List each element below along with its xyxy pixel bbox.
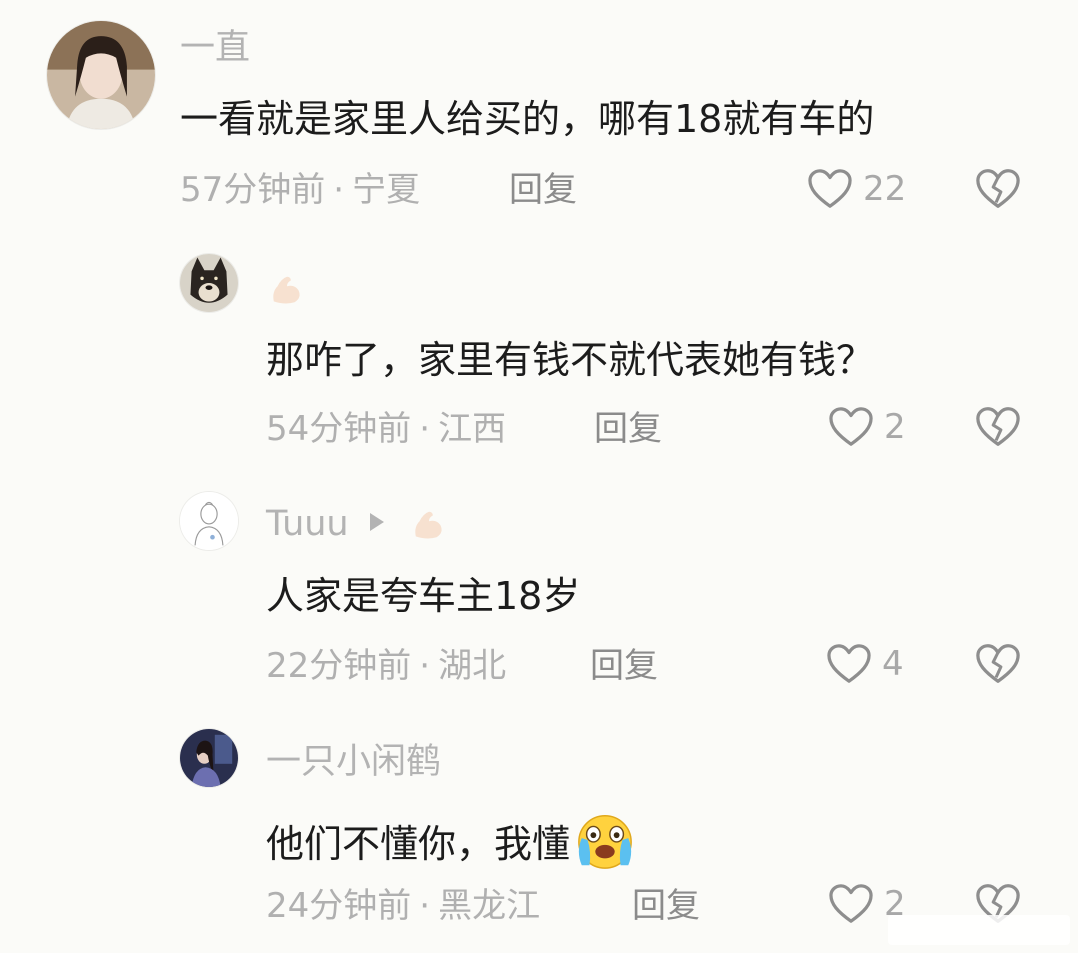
crying-face-emoji-icon (578, 815, 632, 869)
comment-text: 他们不懂你，我懂 (266, 809, 636, 871)
muscle-emoji-icon (273, 276, 300, 304)
comment-time: 54分钟前 (266, 409, 412, 449)
avatar[interactable] (47, 21, 155, 129)
comment-meta: 57分钟前 · 宁夏 (180, 170, 420, 210)
like-button[interactable]: 2 (828, 406, 906, 448)
comment-author[interactable]: Tuuu (266, 504, 349, 544)
comment-meta: 22分钟前 · 湖北 (266, 646, 506, 686)
comment-meta: 24分钟前 · 黑龙江 (266, 886, 540, 926)
like-count: 22 (863, 169, 907, 209)
comment-text: 那咋了，家里有钱不就代表她有钱？ (266, 338, 875, 382)
heart-outline-icon (829, 407, 873, 446)
broken-heart-icon[interactable] (975, 167, 1021, 211)
heart-outline-icon (829, 884, 873, 923)
watermark-overlay (888, 915, 1070, 945)
comment-time: 24分钟前 (266, 886, 412, 926)
meta-separator: · (419, 886, 431, 926)
muscle-emoji-icon (415, 511, 442, 539)
reply-button[interactable]: 回复 (594, 409, 662, 449)
play-arrow-icon (370, 513, 384, 531)
comment-text-content: 他们不懂你，我懂 (266, 822, 571, 866)
comment-time: 22分钟前 (266, 646, 412, 686)
comment-meta: 54分钟前 · 江西 (266, 409, 506, 449)
meta-separator: · (419, 646, 431, 686)
comment-location: 宁夏 (352, 170, 421, 210)
comment-location: 湖北 (438, 646, 507, 686)
reply-button[interactable]: 回复 (590, 646, 658, 686)
comment-text: 人家是夸车主18岁 (266, 574, 581, 618)
comment-location: 黑龙江 (438, 886, 541, 926)
comment-author[interactable]: 一只小闲鹤 (266, 742, 441, 782)
like-count: 2 (884, 407, 906, 447)
like-button[interactable]: 4 (826, 643, 904, 685)
reply-button[interactable]: 回复 (632, 886, 700, 926)
avatar[interactable] (180, 729, 238, 787)
comment-location: 江西 (438, 409, 507, 449)
like-button[interactable]: 22 (807, 168, 906, 210)
like-count: 4 (882, 644, 904, 684)
avatar[interactable] (180, 254, 238, 312)
avatar[interactable] (180, 492, 238, 550)
heart-outline-icon (827, 644, 871, 683)
reply-button[interactable]: 回复 (509, 170, 577, 210)
meta-separator: · (419, 409, 431, 449)
broken-heart-icon[interactable] (975, 405, 1021, 449)
heart-outline-icon (808, 169, 852, 208)
comment-time: 57分钟前 (180, 170, 326, 210)
comment-author[interactable]: 一直 (180, 28, 250, 68)
comment-text: 一看就是家里人给买的，哪有18就有车的 (180, 97, 875, 141)
broken-heart-icon[interactable] (975, 642, 1021, 686)
meta-separator: · (333, 170, 345, 210)
